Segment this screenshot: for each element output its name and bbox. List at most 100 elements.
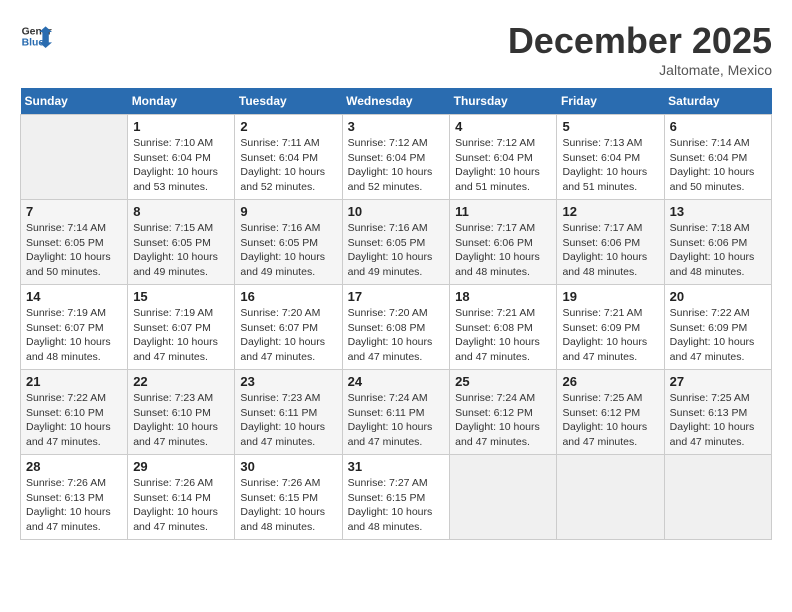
day-content: Sunrise: 7:23 AM Sunset: 6:10 PM Dayligh… [133, 391, 229, 450]
calendar-cell: 30 Sunrise: 7:26 AM Sunset: 6:15 PM Dayli… [235, 455, 342, 540]
calendar-cell: 22 Sunrise: 7:23 AM Sunset: 6:10 PM Dayli… [128, 370, 235, 455]
weekday-header-sunday: Sunday [21, 88, 128, 115]
calendar-cell: 31 Sunrise: 7:27 AM Sunset: 6:15 PM Dayli… [342, 455, 450, 540]
day-number: 28 [26, 459, 122, 474]
day-number: 2 [240, 119, 336, 134]
day-content: Sunrise: 7:22 AM Sunset: 6:09 PM Dayligh… [670, 306, 766, 365]
day-content: Sunrise: 7:26 AM Sunset: 6:14 PM Dayligh… [133, 476, 229, 535]
day-content: Sunrise: 7:19 AM Sunset: 6:07 PM Dayligh… [26, 306, 122, 365]
day-number: 27 [670, 374, 766, 389]
calendar-cell: 1Sunrise: 7:10 AM Sunset: 6:04 PM Daylig… [128, 115, 235, 200]
day-content: Sunrise: 7:13 AM Sunset: 6:04 PM Dayligh… [562, 136, 658, 195]
calendar-cell: 13Sunrise: 7:18 AM Sunset: 6:06 PM Dayli… [664, 200, 771, 285]
title-area: December 2025 Jaltomate, Mexico [508, 20, 772, 78]
day-content: Sunrise: 7:20 AM Sunset: 6:08 PM Dayligh… [348, 306, 445, 365]
day-content: Sunrise: 7:27 AM Sunset: 6:15 PM Dayligh… [348, 476, 445, 535]
calendar-cell: 8Sunrise: 7:15 AM Sunset: 6:05 PM Daylig… [128, 200, 235, 285]
location: Jaltomate, Mexico [508, 62, 772, 78]
day-number: 20 [670, 289, 766, 304]
day-content: Sunrise: 7:16 AM Sunset: 6:05 PM Dayligh… [348, 221, 445, 280]
calendar-cell: 18 Sunrise: 7:21 AM Sunset: 6:08 PM Dayli… [450, 285, 557, 370]
calendar-cell: 19Sunrise: 7:21 AM Sunset: 6:09 PM Dayli… [557, 285, 664, 370]
calendar-cell: 2 Sunrise: 7:11 AM Sunset: 6:04 PM Daylig… [235, 115, 342, 200]
calendar-cell: 20 Sunrise: 7:22 AM Sunset: 6:09 PM Dayli… [664, 285, 771, 370]
day-content: Sunrise: 7:24 AM Sunset: 6:11 PM Dayligh… [348, 391, 445, 450]
calendar-week-4: 21 Sunrise: 7:22 AM Sunset: 6:10 PM Dayli… [21, 370, 772, 455]
calendar-week-3: 14Sunrise: 7:19 AM Sunset: 6:07 PM Dayli… [21, 285, 772, 370]
calendar-cell: 11 Sunrise: 7:17 AM Sunset: 6:06 PM Dayli… [450, 200, 557, 285]
day-number: 11 [455, 204, 551, 219]
day-content: Sunrise: 7:12 AM Sunset: 6:04 PM Dayligh… [348, 136, 445, 195]
day-content: Sunrise: 7:25 AM Sunset: 6:12 PM Dayligh… [562, 391, 658, 450]
day-content: Sunrise: 7:14 AM Sunset: 6:04 PM Dayligh… [670, 136, 766, 195]
day-number: 24 [348, 374, 445, 389]
day-content: Sunrise: 7:11 AM Sunset: 6:04 PM Dayligh… [240, 136, 336, 195]
day-number: 30 [240, 459, 336, 474]
day-content: Sunrise: 7:21 AM Sunset: 6:08 PM Dayligh… [455, 306, 551, 365]
calendar-cell: 14Sunrise: 7:19 AM Sunset: 6:07 PM Dayli… [21, 285, 128, 370]
day-content: Sunrise: 7:18 AM Sunset: 6:06 PM Dayligh… [670, 221, 766, 280]
calendar-week-5: 28 Sunrise: 7:26 AM Sunset: 6:13 PM Dayli… [21, 455, 772, 540]
calendar-cell: 7Sunrise: 7:14 AM Sunset: 6:05 PM Daylig… [21, 200, 128, 285]
day-content: Sunrise: 7:17 AM Sunset: 6:06 PM Dayligh… [562, 221, 658, 280]
weekday-header-tuesday: Tuesday [235, 88, 342, 115]
page-header: General Blue December 2025 Jaltomate, Me… [20, 20, 772, 78]
weekday-header-row: SundayMondayTuesdayWednesdayThursdayFrid… [21, 88, 772, 115]
weekday-header-saturday: Saturday [664, 88, 771, 115]
weekday-header-monday: Monday [128, 88, 235, 115]
day-number: 25 [455, 374, 551, 389]
day-content: Sunrise: 7:15 AM Sunset: 6:05 PM Dayligh… [133, 221, 229, 280]
day-number: 21 [26, 374, 122, 389]
day-content: Sunrise: 7:19 AM Sunset: 6:07 PM Dayligh… [133, 306, 229, 365]
logo-icon: General Blue [20, 20, 52, 52]
day-number: 17 [348, 289, 445, 304]
calendar-body: 1Sunrise: 7:10 AM Sunset: 6:04 PM Daylig… [21, 115, 772, 540]
calendar-cell [557, 455, 664, 540]
calendar-cell: 21 Sunrise: 7:22 AM Sunset: 6:10 PM Dayli… [21, 370, 128, 455]
calendar-cell: 10 Sunrise: 7:16 AM Sunset: 6:05 PM Dayli… [342, 200, 450, 285]
day-content: Sunrise: 7:24 AM Sunset: 6:12 PM Dayligh… [455, 391, 551, 450]
logo: General Blue [20, 20, 52, 52]
calendar-header: SundayMondayTuesdayWednesdayThursdayFrid… [21, 88, 772, 115]
calendar-cell: 12 Sunrise: 7:17 AM Sunset: 6:06 PM Dayli… [557, 200, 664, 285]
day-number: 12 [562, 204, 658, 219]
day-content: Sunrise: 7:12 AM Sunset: 6:04 PM Dayligh… [455, 136, 551, 195]
calendar-table: SundayMondayTuesdayWednesdayThursdayFrid… [20, 88, 772, 540]
calendar-cell: 15 Sunrise: 7:19 AM Sunset: 6:07 PM Dayli… [128, 285, 235, 370]
day-number: 15 [133, 289, 229, 304]
calendar-cell: 6 Sunrise: 7:14 AM Sunset: 6:04 PM Daylig… [664, 115, 771, 200]
day-content: Sunrise: 7:25 AM Sunset: 6:13 PM Dayligh… [670, 391, 766, 450]
day-number: 4 [455, 119, 551, 134]
day-content: Sunrise: 7:26 AM Sunset: 6:15 PM Dayligh… [240, 476, 336, 535]
day-number: 23 [240, 374, 336, 389]
day-content: Sunrise: 7:21 AM Sunset: 6:09 PM Dayligh… [562, 306, 658, 365]
day-number: 6 [670, 119, 766, 134]
day-number: 22 [133, 374, 229, 389]
day-content: Sunrise: 7:26 AM Sunset: 6:13 PM Dayligh… [26, 476, 122, 535]
day-number: 9 [240, 204, 336, 219]
day-content: Sunrise: 7:22 AM Sunset: 6:10 PM Dayligh… [26, 391, 122, 450]
calendar-week-1: 1Sunrise: 7:10 AM Sunset: 6:04 PM Daylig… [21, 115, 772, 200]
day-content: Sunrise: 7:20 AM Sunset: 6:07 PM Dayligh… [240, 306, 336, 365]
calendar-cell [450, 455, 557, 540]
calendar-cell [21, 115, 128, 200]
month-title: December 2025 [508, 20, 772, 62]
day-number: 31 [348, 459, 445, 474]
day-content: Sunrise: 7:23 AM Sunset: 6:11 PM Dayligh… [240, 391, 336, 450]
weekday-header-thursday: Thursday [450, 88, 557, 115]
day-number: 10 [348, 204, 445, 219]
calendar-cell: 23 Sunrise: 7:23 AM Sunset: 6:11 PM Dayli… [235, 370, 342, 455]
day-content: Sunrise: 7:16 AM Sunset: 6:05 PM Dayligh… [240, 221, 336, 280]
day-number: 16 [240, 289, 336, 304]
day-content: Sunrise: 7:14 AM Sunset: 6:05 PM Dayligh… [26, 221, 122, 280]
day-number: 3 [348, 119, 445, 134]
calendar-cell: 4 Sunrise: 7:12 AM Sunset: 6:04 PM Daylig… [450, 115, 557, 200]
day-number: 26 [562, 374, 658, 389]
day-number: 18 [455, 289, 551, 304]
calendar-cell: 29Sunrise: 7:26 AM Sunset: 6:14 PM Dayli… [128, 455, 235, 540]
day-content: Sunrise: 7:17 AM Sunset: 6:06 PM Dayligh… [455, 221, 551, 280]
calendar-cell: 9 Sunrise: 7:16 AM Sunset: 6:05 PM Daylig… [235, 200, 342, 285]
calendar-cell: 24 Sunrise: 7:24 AM Sunset: 6:11 PM Dayli… [342, 370, 450, 455]
day-content: Sunrise: 7:10 AM Sunset: 6:04 PM Dayligh… [133, 136, 229, 195]
calendar-cell: 3 Sunrise: 7:12 AM Sunset: 6:04 PM Daylig… [342, 115, 450, 200]
